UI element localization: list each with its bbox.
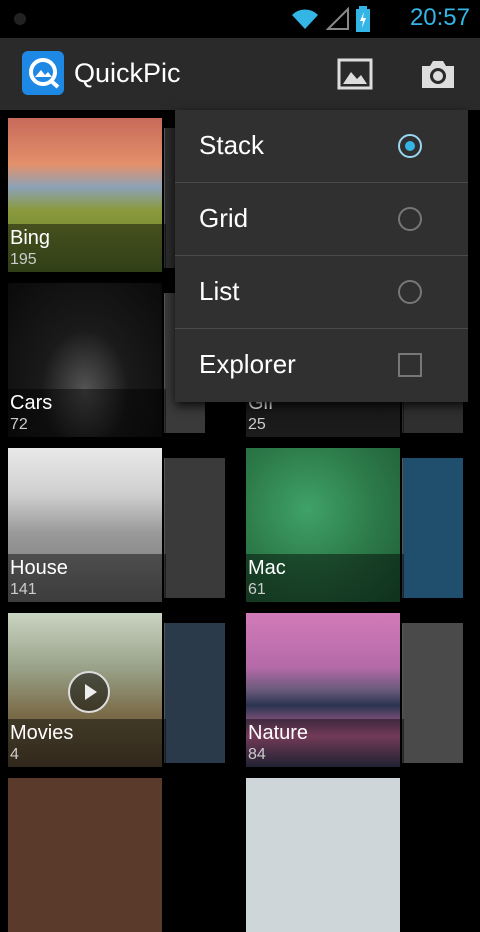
album-label: Nature 84 [246,719,404,767]
checkbox-icon[interactable] [398,353,422,377]
album-label: Cars 72 [8,389,166,437]
album-nature[interactable]: Nature 84 [238,605,468,767]
album-count: 84 [248,746,266,763]
menu-item-label: List [199,276,240,306]
album-count: 4 [10,746,19,763]
album-label: Mac 61 [246,554,404,602]
app-title: QuickPic [74,58,181,88]
album-label: House 141 [8,554,166,602]
menu-item-label: Explorer [199,349,296,379]
clock: 20:57 [409,4,470,31]
action-bar: QuickPic [0,38,480,110]
album-name: House [10,557,68,579]
album-label: Movies 4 [8,719,166,767]
album-movies[interactable]: Movies 4 [0,605,230,767]
app-logo[interactable] [22,51,64,95]
view-mode-menu: Stack Grid List Explorer [175,110,468,402]
album-name: Bing [10,227,51,249]
status-icons [290,6,370,32]
album-partial[interactable] [238,770,468,932]
notification-dot [14,13,26,25]
menu-item-label: Stack [199,130,265,160]
stack-edge [164,623,225,763]
wifi-icon [292,9,318,29]
play-icon [68,671,110,713]
album-mac[interactable]: Mac 61 [238,440,468,602]
album-thumbnail [246,778,400,932]
album-thumbnail [8,778,162,932]
stack-edge [402,458,463,598]
stack-edge [164,458,225,598]
menu-item-explorer[interactable]: Explorer [175,329,468,401]
status-bar: 20:57 [0,0,480,38]
menu-item-label: Grid [199,203,249,233]
menu-item-stack[interactable]: Stack [175,110,468,183]
album-count: 195 [10,251,37,268]
menu-item-list[interactable]: List [175,256,468,329]
radio-icon[interactable] [398,280,422,304]
album-count: 72 [10,416,28,433]
camera-icon[interactable] [418,54,458,94]
album-name: Mac [248,557,286,579]
radio-selected-icon[interactable] [398,134,422,158]
image-icon[interactable] [335,54,375,94]
signal-icon [326,7,349,30]
album-label: Bing 195 [8,224,166,272]
album-house[interactable]: House 141 [0,440,230,602]
album-count: 141 [10,581,37,598]
album-count: 25 [248,416,266,433]
album-count: 61 [248,581,266,598]
battery-icon [356,6,370,32]
album-name: Movies [10,722,74,744]
album-partial[interactable] [0,770,230,932]
album-name: Nature [248,722,309,744]
menu-item-grid[interactable]: Grid [175,183,468,256]
album-name: Cars [10,392,53,414]
radio-icon[interactable] [398,207,422,231]
stack-edge [402,623,463,763]
